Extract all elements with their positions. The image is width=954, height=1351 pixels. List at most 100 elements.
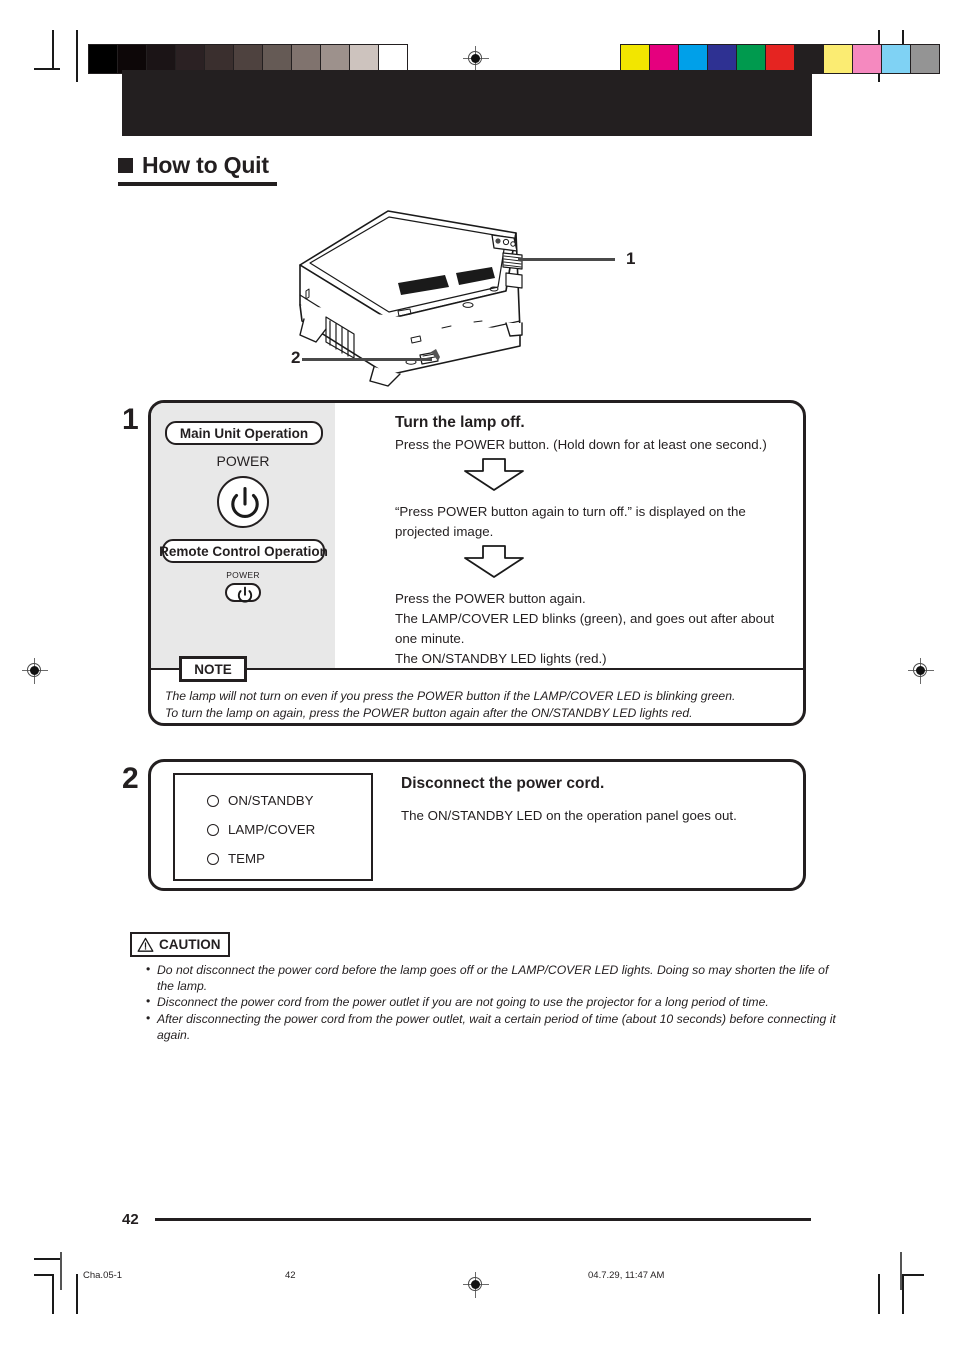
caution-items: Do not disconnect the power cord before … xyxy=(146,961,836,1043)
warning-triangle-icon xyxy=(137,937,154,952)
projector-line-drawing xyxy=(299,210,523,387)
crop-mark-top-left-v2 xyxy=(76,30,78,82)
step-1-instructions: Turn the lamp off. Press the POWER butto… xyxy=(395,413,795,669)
callout-line-2 xyxy=(302,358,432,361)
page-title-underline xyxy=(118,182,277,186)
callout-label-2: 2 xyxy=(291,348,301,367)
imprint-file-name: Cha.05-1 xyxy=(83,1270,123,1281)
swatch-magenta xyxy=(650,45,679,73)
led-circle-icon xyxy=(207,852,219,865)
led-indicator-panel: ON/STANDBY LAMP/COVER TEMP xyxy=(173,773,373,881)
square-bullet-icon xyxy=(118,158,133,173)
swatch-gray-10 xyxy=(379,45,407,73)
caution-item-3: After disconnecting the power cord from … xyxy=(146,1010,836,1043)
step-1-paragraph-2: “Press POWER button again to turn off.” … xyxy=(395,504,746,539)
imprint-timestamp: 04.7.29, 11:47 AM xyxy=(588,1270,665,1281)
swatch-gray-8 xyxy=(321,45,350,73)
crop-mark-bottom-left-v1 xyxy=(52,1274,54,1314)
crop-mark-bottom-left-h xyxy=(34,1258,60,1260)
flow-arrow-2 xyxy=(461,545,795,585)
registration-target-right xyxy=(908,658,934,684)
swatch-yellow xyxy=(621,45,650,73)
swatch-light-yellow xyxy=(824,45,853,73)
imprint-page-number: 42 xyxy=(285,1270,296,1281)
imprint-tick-right xyxy=(900,1252,902,1290)
step-2-body: The ON/STANDBY LED on the operation pane… xyxy=(401,808,737,823)
note-line-1: The lamp will not turn on even if you pr… xyxy=(165,689,736,703)
main-unit-operation-label: Main Unit Operation xyxy=(165,421,323,445)
caution-item-2: Disconnect the power cord from the power… xyxy=(146,993,836,1010)
step-2-title: Disconnect the power cord. xyxy=(401,775,605,792)
swatch-mid-gray xyxy=(911,45,939,73)
down-arrow-icon xyxy=(464,458,524,491)
callout-label-1: 1 xyxy=(626,249,636,268)
note-label: NOTE xyxy=(179,656,247,682)
step-1-panel: Main Unit Operation POWER Remote Control… xyxy=(148,400,806,726)
led-circle-icon xyxy=(207,794,219,807)
registration-target-top xyxy=(463,46,489,72)
note-line-2: To turn the lamp on again, press the POW… xyxy=(165,705,693,720)
led-row-temp: TEMP xyxy=(207,851,371,866)
step-2-instructions: Disconnect the power cord. The ON/STANDB… xyxy=(401,774,791,826)
led-label-lamp-cover: LAMP/COVER xyxy=(228,822,316,837)
power-icon xyxy=(231,486,259,518)
page-title-block: How to Quit xyxy=(118,152,418,186)
crop-mark-bottom-right-v2 xyxy=(902,1274,904,1314)
swatch-gray-9 xyxy=(350,45,379,73)
swatch-gray-6 xyxy=(263,45,292,73)
swatch-pink xyxy=(853,45,882,73)
main-power-caption: POWER xyxy=(216,453,270,469)
step-number-1: 1 xyxy=(122,403,139,436)
crop-mark-bottom-left-v2 xyxy=(76,1274,78,1314)
swatch-light-blue xyxy=(882,45,911,73)
remote-power-caption: POWER xyxy=(226,570,260,580)
caution-label: CAUTION xyxy=(159,937,221,952)
swatch-black xyxy=(795,45,824,73)
swatch-gray-3 xyxy=(176,45,205,73)
chapter-banner xyxy=(122,70,812,136)
step-1-paragraph-3-line-1: Press the POWER button again. xyxy=(395,591,586,606)
step-1-paragraph-3-line-3: The ON/STANDBY LED lights (red.) xyxy=(395,651,607,666)
main-power-button[interactable] xyxy=(217,476,269,528)
led-label-on-standby: ON/STANDBY xyxy=(228,793,314,808)
crop-mark-top-left-v1 xyxy=(52,30,54,68)
swatch-gray-1 xyxy=(118,45,147,73)
step-2-panel: ON/STANDBY LAMP/COVER TEMP Disconnect th… xyxy=(148,759,806,891)
swatch-gray-0 xyxy=(89,45,118,73)
registration-target-bottom xyxy=(463,1272,489,1298)
down-arrow-icon xyxy=(464,545,524,578)
swatch-red xyxy=(766,45,795,73)
caution-item-1: Do not disconnect the power cord before … xyxy=(146,961,836,994)
swatch-gray-4 xyxy=(205,45,234,73)
callout-line-1 xyxy=(518,258,615,261)
step-number-2: 2 xyxy=(122,762,139,795)
crop-mark-top-left-h xyxy=(34,68,60,70)
led-row-on-standby: ON/STANDBY xyxy=(207,793,371,808)
step-1-control-illustration: Main Unit Operation POWER Remote Control… xyxy=(151,403,335,668)
footer-rule xyxy=(155,1218,811,1221)
step-1-paragraph-3-line-2: The LAMP/COVER LED blinks (green), and g… xyxy=(395,611,775,646)
led-row-lamp-cover: LAMP/COVER xyxy=(207,822,371,837)
step-1-paragraph-1: Press the POWER button. (Hold down for a… xyxy=(395,437,767,452)
swatch-gray-2 xyxy=(147,45,176,73)
swatch-cyan xyxy=(679,45,708,73)
registration-target-left xyxy=(22,658,48,684)
caution-label-box: CAUTION xyxy=(130,932,230,957)
imprint-tick-left xyxy=(60,1252,62,1290)
note-text: The lamp will not turn on even if you pr… xyxy=(165,688,795,721)
projector-illustration xyxy=(270,195,690,395)
led-circle-icon xyxy=(207,823,219,836)
note-divider xyxy=(151,668,803,670)
page-number: 42 xyxy=(122,1211,139,1228)
crop-mark-bottom-right-h xyxy=(902,1274,924,1276)
power-icon-small xyxy=(237,586,253,603)
step-1-title: Turn the lamp off. xyxy=(395,414,525,431)
remote-power-button[interactable] xyxy=(225,583,261,603)
remote-control-operation-label: Remote Control Operation xyxy=(159,539,328,563)
crop-mark-bottom-right-v1 xyxy=(878,1274,880,1314)
crop-mark-bottom-left-h2 xyxy=(34,1274,54,1276)
swatch-green xyxy=(737,45,766,73)
page-title: How to Quit xyxy=(142,152,269,178)
flow-arrow-1 xyxy=(461,458,795,498)
swatch-gray-5 xyxy=(234,45,263,73)
